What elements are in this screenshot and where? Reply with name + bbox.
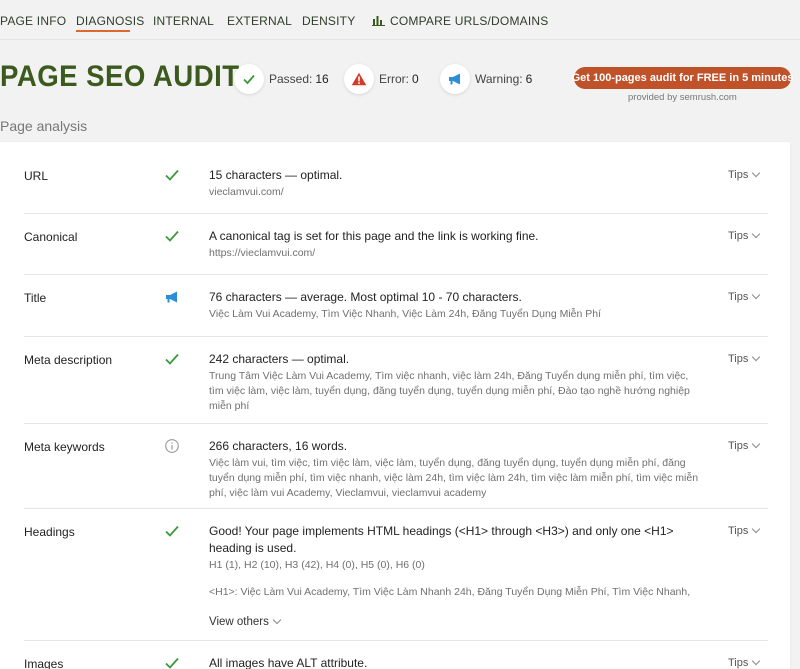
chevron-down-icon xyxy=(752,168,761,178)
error-label: Error: 0 xyxy=(379,72,419,86)
row-label: Meta description xyxy=(24,353,113,367)
tips-toggle[interactable]: Tips xyxy=(728,656,761,669)
analysis-row-images: Images All images have ALT attribute. Ti… xyxy=(24,641,768,669)
row-content: 15 characters — optimal. vieclamvui.com/ xyxy=(209,167,699,200)
check-icon xyxy=(165,230,179,242)
row-detail: Việc Làm Vui Academy, Tìm Việc Nhanh, Vi… xyxy=(209,308,602,320)
row-summary: A canonical tag is set for this page and… xyxy=(209,229,539,243)
chevron-down-icon xyxy=(272,615,282,625)
bar-chart-icon xyxy=(372,16,385,26)
error-stat: Error: 0 xyxy=(344,64,424,94)
tips-toggle[interactable]: Tips xyxy=(728,352,761,365)
check-icon xyxy=(243,74,255,85)
row-label: Canonical xyxy=(24,230,78,244)
error-badge xyxy=(344,64,374,94)
chevron-down-icon xyxy=(752,524,761,534)
chevron-down-icon xyxy=(752,352,761,362)
tab-page-info[interactable]: PAGE INFO xyxy=(0,14,66,28)
row-label: Images xyxy=(24,657,64,669)
analysis-row-meta-keywords: Meta keywords 266 characters, 16 words. … xyxy=(24,424,768,509)
tab-external[interactable]: EXTERNAL xyxy=(227,14,292,28)
row-detail: Việc làm vui, tìm việc, tìm việc làm, vi… xyxy=(209,457,699,499)
passed-stat: Passed: 16 xyxy=(234,64,334,94)
row-content: A canonical tag is set for this page and… xyxy=(209,228,699,261)
check-icon xyxy=(165,525,179,537)
megaphone-icon xyxy=(449,73,460,85)
provided-by-text: provided by semrush.com xyxy=(628,92,737,103)
row-content: Good! Your page implements HTML headings… xyxy=(209,523,699,631)
tab-internal[interactable]: INTERNAL xyxy=(153,14,214,28)
tips-toggle[interactable]: Tips xyxy=(728,439,761,452)
chevron-down-icon xyxy=(752,656,761,666)
warning-badge xyxy=(440,64,470,94)
active-tab-underline xyxy=(76,30,130,32)
view-others-toggle[interactable]: View others xyxy=(209,614,699,631)
row-summary: Good! Your page implements HTML headings… xyxy=(209,524,674,555)
row-detail: vieclamvui.com/ xyxy=(209,186,284,198)
analysis-row-headings: Headings Good! Your page implements HTML… xyxy=(24,509,768,641)
top-nav: PAGE INFO DIAGNOSIS INTERNAL EXTERNAL DE… xyxy=(0,0,800,40)
row-detail: https://vieclamvui.com/ xyxy=(209,247,316,259)
tab-compare-label: COMPARE URLS/DOMAINS xyxy=(390,14,549,28)
row-summary: 266 characters, 16 words. xyxy=(209,439,348,453)
warning-count: 6 xyxy=(525,72,533,86)
tips-toggle[interactable]: Tips xyxy=(728,229,761,242)
page-title: PAGE SEO AUDIT xyxy=(0,60,240,93)
tips-toggle[interactable]: Tips xyxy=(728,290,761,303)
row-detail: Trung Tâm Việc Làm Vui Academy, Tìm việc… xyxy=(209,370,690,412)
check-icon xyxy=(165,169,179,181)
chevron-down-icon xyxy=(752,229,761,239)
row-content: 266 characters, 16 words. Việc làm vui, … xyxy=(209,438,699,501)
row-label: URL xyxy=(24,169,49,183)
megaphone-icon xyxy=(166,291,177,303)
analysis-card: URL 15 characters — optimal. vieclamvui.… xyxy=(0,142,790,669)
tips-toggle[interactable]: Tips xyxy=(728,524,761,537)
passed-count: 16 xyxy=(315,72,329,86)
row-label: Meta keywords xyxy=(24,440,105,454)
analysis-row-title: Title 76 characters — average. Most opti… xyxy=(24,275,768,337)
info-icon xyxy=(165,439,179,453)
row-content: 76 characters — average. Most optimal 10… xyxy=(209,289,699,322)
check-icon xyxy=(165,657,179,669)
analysis-row-canonical: Canonical A canonical tag is set for thi… xyxy=(24,214,768,275)
free-audit-button[interactable]: Get 100-pages audit for FREE in 5 minute… xyxy=(572,67,793,89)
analysis-row-meta-description: Meta description 242 characters — optima… xyxy=(24,337,768,424)
warning-stat: Warning: 6 xyxy=(440,64,540,94)
row-summary: 76 characters — average. Most optimal 10… xyxy=(209,290,522,304)
passed-badge xyxy=(234,64,264,94)
passed-label: Passed: 16 xyxy=(269,72,329,86)
row-detail-h1: <H1>: Việc Làm Vui Academy, Tìm Việc Làm… xyxy=(209,586,691,598)
tab-compare-urls[interactable]: COMPARE URLS/DOMAINS xyxy=(372,14,548,28)
page-analysis-heading: Page analysis xyxy=(0,118,88,134)
chevron-down-icon xyxy=(752,290,761,300)
check-icon xyxy=(165,353,179,365)
analysis-row-url: URL 15 characters — optimal. vieclamvui.… xyxy=(24,142,768,214)
error-count: 0 xyxy=(412,72,419,86)
row-summary: 15 characters — optimal. xyxy=(209,168,343,182)
row-label: Title xyxy=(24,291,47,305)
tab-density[interactable]: DENSITY xyxy=(302,14,355,28)
row-content: All images have ALT attribute. xyxy=(209,655,699,669)
row-detail: H1 (1), H2 (10), H3 (42), H4 (0), H5 (0)… xyxy=(209,559,425,571)
row-summary: All images have ALT attribute. xyxy=(209,656,368,669)
row-content: 242 characters — optimal. Trung Tâm Việc… xyxy=(209,351,699,414)
row-summary: 242 characters — optimal. xyxy=(209,352,350,366)
warning-label: Warning: 6 xyxy=(475,72,533,86)
row-label: Headings xyxy=(24,525,75,539)
warning-triangle-icon xyxy=(351,72,367,86)
tips-toggle[interactable]: Tips xyxy=(728,168,761,181)
chevron-down-icon xyxy=(752,439,761,449)
tab-diagnosis[interactable]: DIAGNOSIS xyxy=(76,14,144,28)
